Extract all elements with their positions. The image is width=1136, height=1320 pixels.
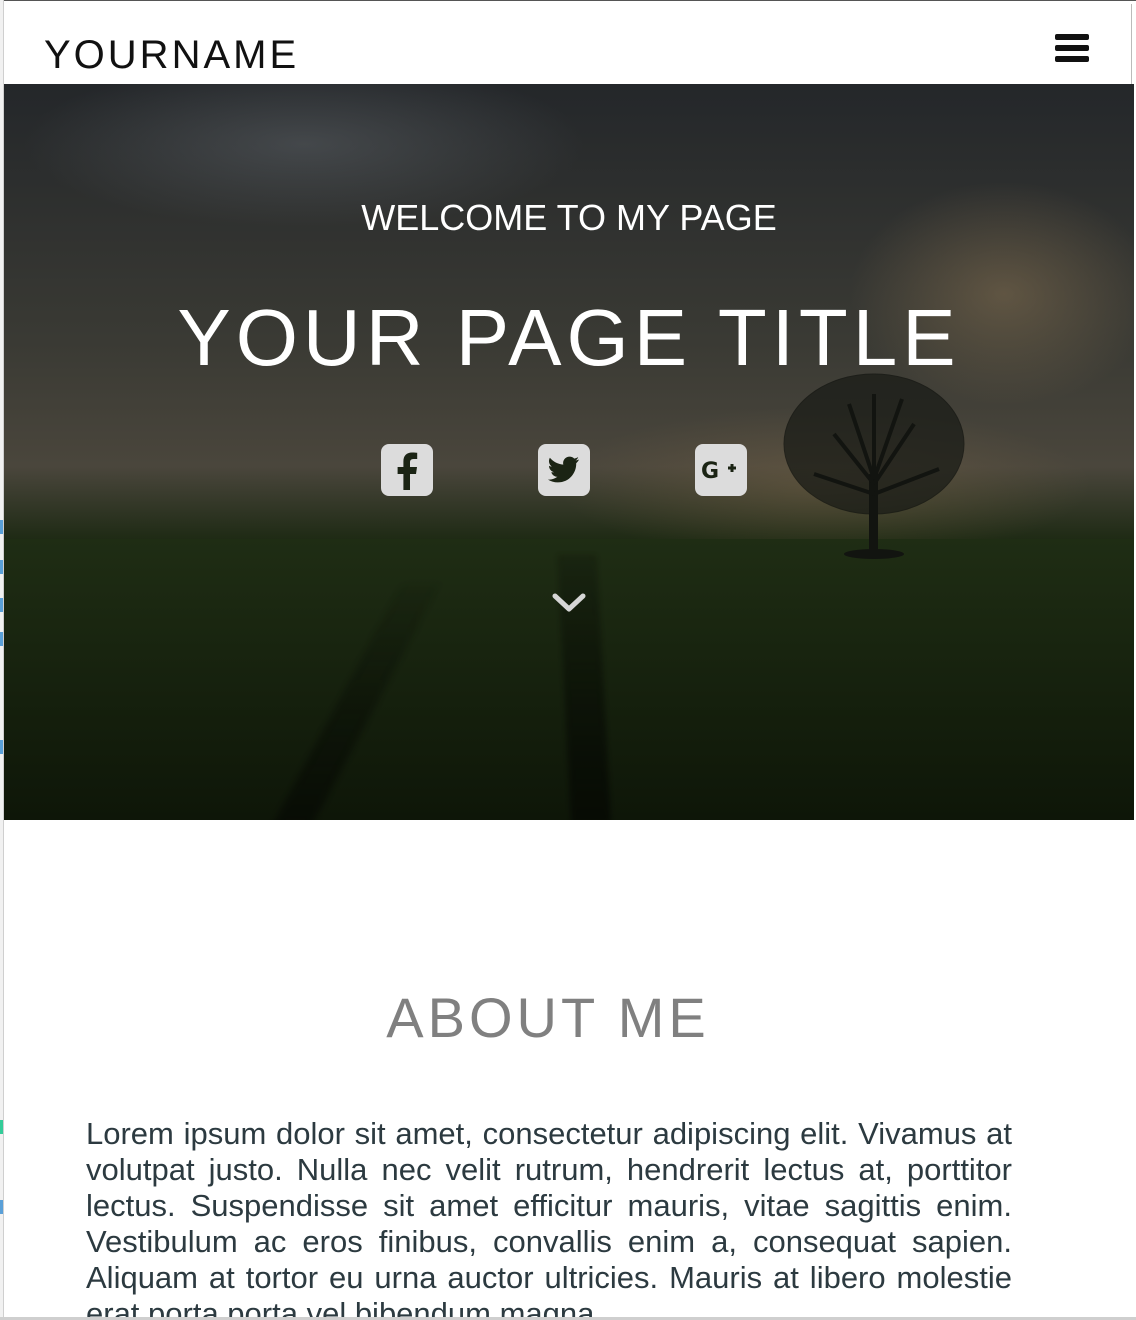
chevron-down-icon[interactable] — [552, 590, 586, 614]
twitter-square-icon[interactable] — [538, 444, 590, 496]
about-title: ABOUT ME — [386, 986, 710, 1049]
svg-text:G: G — [701, 459, 719, 484]
navbar: YOURNAME — [4, 4, 1132, 84]
brand-name[interactable]: YOURNAME — [44, 35, 299, 75]
page: YOURNAME WELCOME TO MY PAGE YOUR PAGE TI… — [0, 0, 1136, 1320]
google-plus-square-icon[interactable]: G — [695, 444, 747, 496]
hamburger-menu-icon[interactable] — [1055, 34, 1089, 64]
hero-background-tree — [783, 373, 965, 559]
hero-section: WELCOME TO MY PAGE YOUR PAGE TITLE G — [4, 84, 1134, 820]
welcome-text: WELCOME TO MY PAGE — [361, 197, 777, 238]
page-title: YOUR PAGE TITLE — [177, 293, 961, 382]
facebook-square-icon[interactable] — [381, 444, 433, 496]
about-paragraph: Lorem ipsum dolor sit amet, consectetur … — [86, 1116, 1012, 1320]
